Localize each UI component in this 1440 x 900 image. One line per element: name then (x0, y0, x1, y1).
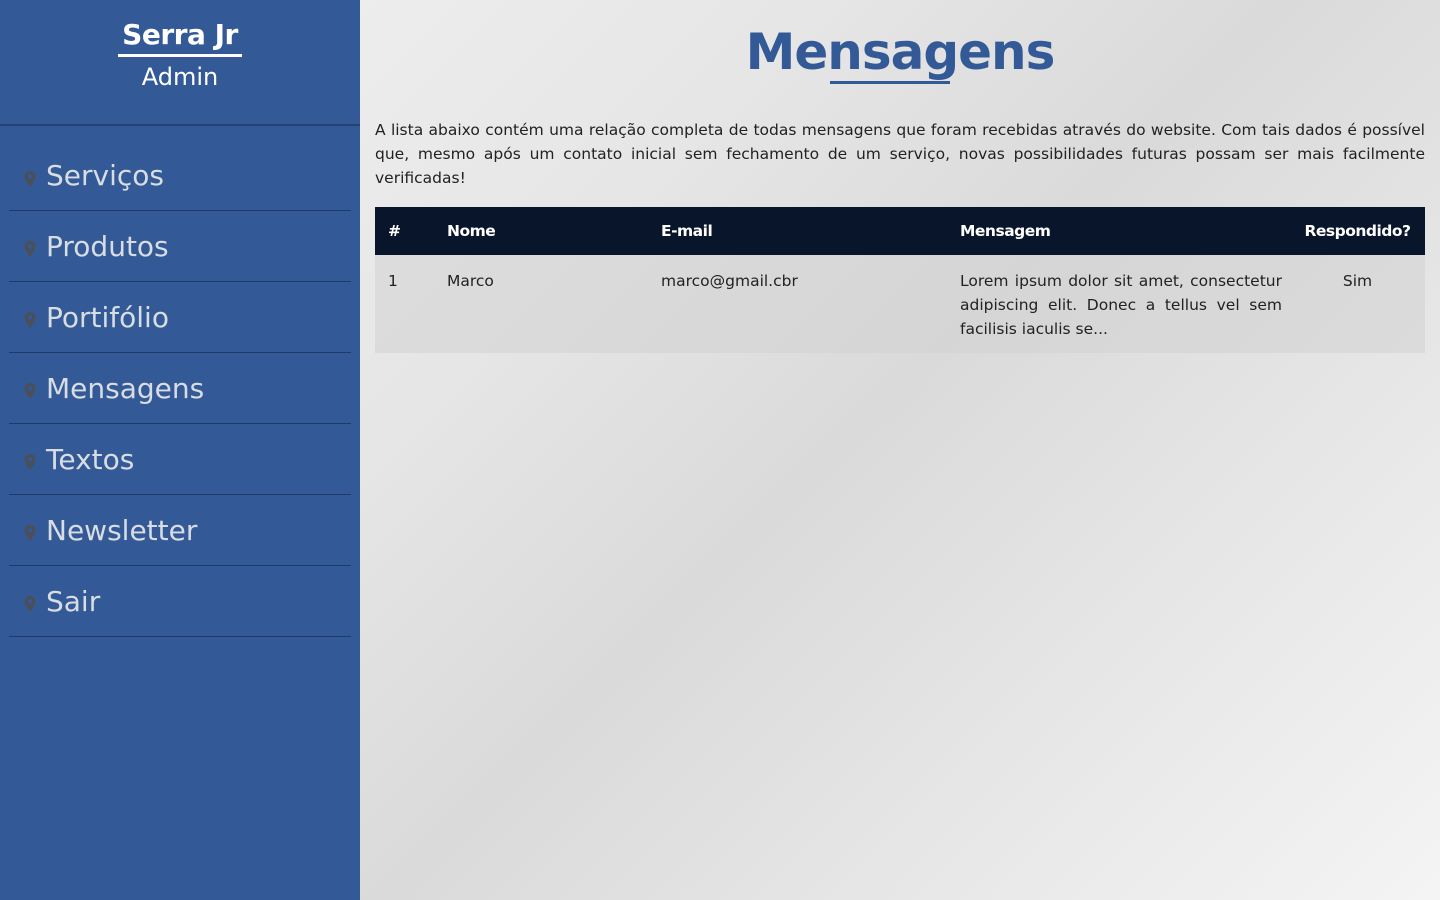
map-pin-icon (24, 525, 36, 541)
table-header: # Nome E-mail Mensagem Respondido? (375, 207, 1425, 255)
map-pin-icon (24, 241, 36, 257)
sidebar-item-label: Sair (46, 584, 101, 618)
table-header-row: # Nome E-mail Mensagem Respondido? (375, 207, 1425, 255)
sidebar-item-servicos[interactable]: Serviços (9, 141, 351, 211)
cell-number: 1 (388, 272, 398, 290)
sidebar: Serra Jr Admin Serviços Produtos Portifó… (0, 0, 360, 900)
column-header-respondido: Respondido? (1304, 222, 1411, 240)
map-pin-icon (24, 170, 36, 187)
sidebar-item-label: Newsletter (46, 513, 198, 547)
sidebar-item-sair[interactable]: Sair (9, 566, 351, 637)
sidebar-item-label: Serviços (46, 159, 164, 192)
sidebar-item-textos[interactable]: Textos (9, 424, 351, 495)
brand-subtitle: Admin (141, 63, 219, 91)
messages-table: # Nome E-mail Mensagem Respondido? 1 Mar… (375, 207, 1425, 353)
cell-respondido: Sim (1342, 272, 1373, 290)
sidebar-nav: Serviços Produtos Portifólio Mensagens T… (9, 141, 351, 637)
sidebar-item-label: Mensagens (46, 371, 205, 405)
column-header-nome: Nome (447, 222, 496, 240)
sidebar-item-mensagens[interactable]: Mensagens (9, 353, 351, 424)
cell-email: marco@gmail.cbr (661, 272, 798, 290)
map-pin-icon (24, 383, 36, 399)
sidebar-item-label: Portifólio (46, 300, 169, 334)
sidebar-item-produtos[interactable]: Produtos (9, 211, 351, 282)
sidebar-item-newsletter[interactable]: Newsletter (9, 495, 351, 566)
cell-nome: Marco (447, 272, 494, 290)
map-pin-icon (24, 454, 36, 470)
page-title: Mensagens (745, 23, 1056, 81)
table-body: 1 Marco marco@gmail.cbr Lorem ipsum dolo… (375, 255, 1425, 353)
cell-mensagem: Lorem ipsum dolor sit amet, consectetur … (960, 272, 1282, 338)
sidebar-item-label: Produtos (46, 229, 169, 263)
table-row[interactable]: 1 Marco marco@gmail.cbr Lorem ipsum dolo… (375, 255, 1425, 353)
brand-title[interactable]: Serra Jr (118, 18, 242, 57)
map-pin-icon (24, 596, 36, 612)
column-header-email: E-mail (661, 222, 713, 240)
column-header-number: # (388, 222, 401, 240)
sidebar-item-portifolio[interactable]: Portifólio (9, 282, 351, 353)
main-content: Mensagens A lista abaixo contém uma rela… (375, 0, 1425, 353)
column-header-mensagem: Mensagem (960, 222, 1051, 240)
sidebar-item-label: Textos (46, 442, 135, 476)
intro-text: A lista abaixo contém uma relação comple… (375, 121, 1425, 187)
map-pin-icon (24, 312, 36, 328)
brand: Serra Jr Admin (0, 0, 360, 126)
title-underline (830, 81, 950, 84)
